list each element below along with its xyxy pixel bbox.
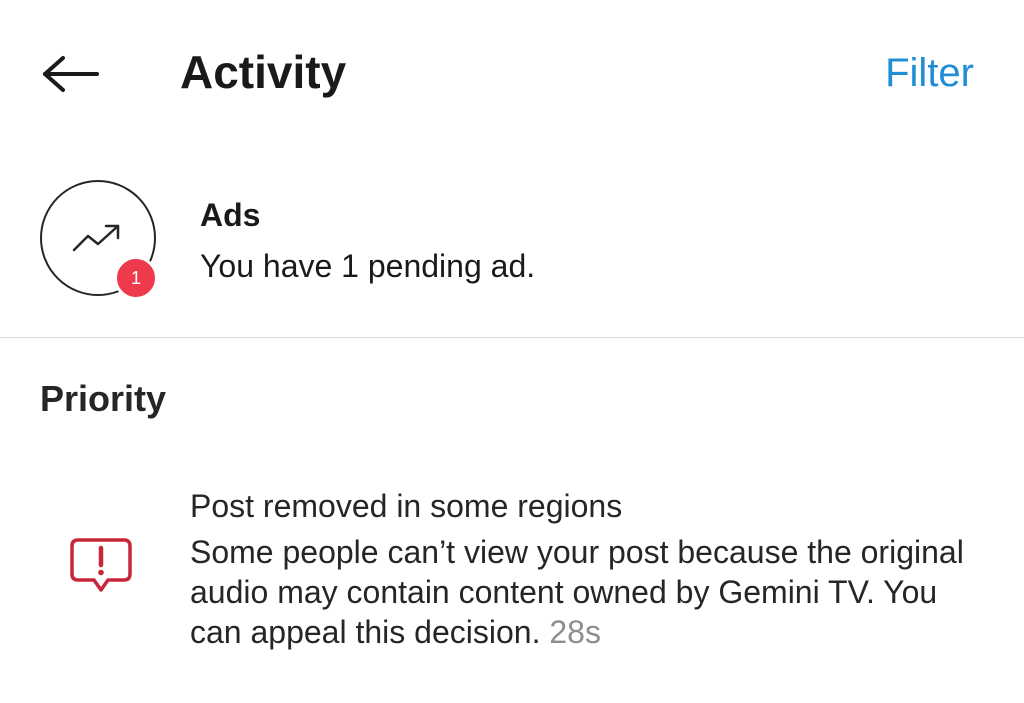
priority-heading: Priority <box>40 378 167 419</box>
back-arrow-icon <box>43 56 99 92</box>
back-button[interactable] <box>36 46 102 102</box>
ads-row[interactable]: 1 Ads You have 1 pending ad. <box>0 170 1024 336</box>
notification-badge: 1 <box>114 256 158 300</box>
notification-title: Post removed in some regions <box>190 488 623 524</box>
notification-timestamp: 28s <box>549 614 601 650</box>
filter-button[interactable]: Filter <box>885 44 974 102</box>
ads-subtitle: You have 1 pending ad. <box>200 248 536 284</box>
alert-message-icon <box>68 534 134 600</box>
notification-body: Some people can’t view your post because… <box>190 532 980 652</box>
priority-notification[interactable]: Post removed in some regions Some people… <box>0 478 1024 658</box>
divider <box>0 337 1024 338</box>
trending-up-icon <box>72 224 120 252</box>
page-title: Activity <box>180 46 347 98</box>
ads-title: Ads <box>200 197 261 233</box>
header-bar: Activity Filter <box>0 0 1024 140</box>
